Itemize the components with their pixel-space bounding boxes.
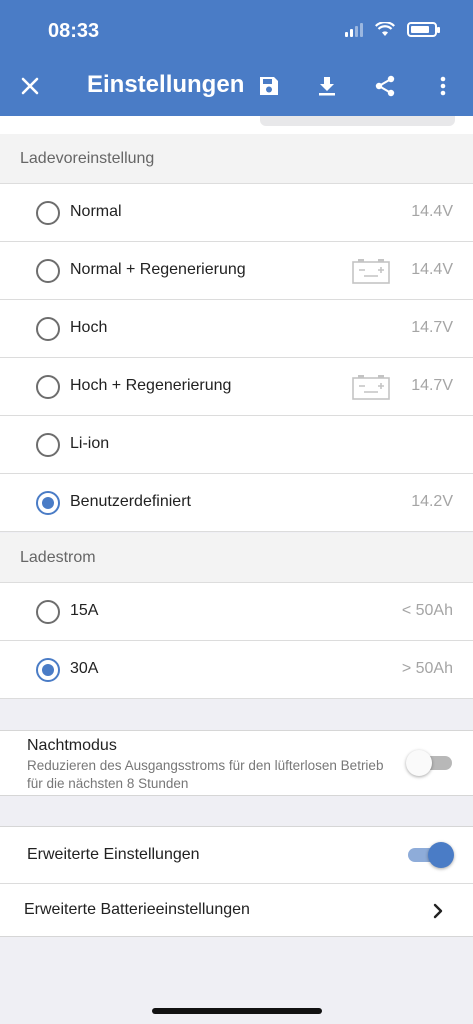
page-title: Einstellungen xyxy=(87,71,245,98)
current-option-30a[interactable]: 30A > 50Ah xyxy=(0,641,473,699)
chevron-right-icon xyxy=(433,903,443,919)
scrolled-content-edge xyxy=(0,116,473,134)
option-voltage: 14.4V xyxy=(411,203,453,220)
preset-option-high-regeneration[interactable]: Hoch + Regenerierung 14.7V xyxy=(0,358,473,416)
wifi-icon xyxy=(375,22,395,36)
option-capacity: > 50Ah xyxy=(401,660,453,677)
app-bar: 08:33 Einstellungen xyxy=(0,0,473,116)
option-voltage: 14.7V xyxy=(411,377,453,394)
option-label: 15A xyxy=(70,602,99,619)
download-icon xyxy=(319,77,335,96)
toolbar: Einstellungen xyxy=(0,64,473,108)
preset-option-custom[interactable]: Benutzerdefiniert 14.2V xyxy=(0,474,473,532)
close-icon xyxy=(21,77,39,95)
radio-button-selected[interactable] xyxy=(36,491,60,515)
save-icon xyxy=(260,77,278,95)
save-button[interactable] xyxy=(255,72,283,100)
battery-icon xyxy=(352,259,390,284)
close-button[interactable] xyxy=(16,72,44,100)
night-mode-title: Nachtmodus xyxy=(27,737,117,754)
preset-option-high[interactable]: Hoch 14.7V xyxy=(0,300,473,358)
current-option-15a[interactable]: 15A < 50Ah xyxy=(0,583,473,641)
home-indicator xyxy=(152,1008,322,1014)
preset-option-li-ion[interactable]: Li-ion xyxy=(0,416,473,474)
more-button[interactable] xyxy=(429,72,457,100)
radio-button-selected[interactable] xyxy=(36,658,60,682)
preset-option-normal[interactable]: Normal 14.4V xyxy=(0,184,473,242)
advanced-settings-toggle[interactable] xyxy=(406,842,454,868)
night-mode-description: Reduzieren des Ausgangsstroms für den lü… xyxy=(27,758,384,791)
option-label: Hoch + Regenerierung xyxy=(70,377,232,394)
radio-button[interactable] xyxy=(36,600,60,624)
night-mode-toggle[interactable] xyxy=(406,750,452,776)
option-voltage: 14.4V xyxy=(411,261,453,278)
advanced-battery-settings-label: Erweiterte Batterieeinstellungen xyxy=(24,901,250,918)
radio-button[interactable] xyxy=(36,259,60,283)
advanced-battery-settings-link[interactable]: Erweiterte Batterieeinstellungen xyxy=(0,884,473,937)
advanced-settings-row: Erweiterte Einstellungen xyxy=(0,827,473,884)
status-time: 08:33 xyxy=(48,20,100,42)
more-vert-icon xyxy=(440,76,446,96)
option-label: Normal + Regenerierung xyxy=(70,261,246,278)
night-mode-card: Nachtmodus Reduzieren des Ausgangsstroms… xyxy=(0,730,473,796)
option-label: 30A xyxy=(70,660,99,677)
share-button[interactable] xyxy=(371,72,399,100)
battery-icon xyxy=(352,375,390,400)
section-charge-preset: Ladevoreinstellung xyxy=(0,134,473,184)
option-label: Benutzerdefiniert xyxy=(70,493,191,510)
option-voltage: 14.7V xyxy=(411,319,453,336)
status-icons xyxy=(345,22,440,37)
option-label: Normal xyxy=(70,203,122,220)
signal-icon xyxy=(345,22,363,37)
radio-button[interactable] xyxy=(36,375,60,399)
section-charge-current: Ladestrom xyxy=(0,533,473,583)
option-label: Li-ion xyxy=(70,435,110,452)
share-icon xyxy=(375,75,395,97)
radio-button[interactable] xyxy=(36,317,60,341)
advanced-card: Erweiterte Einstellungen Erweiterte Batt… xyxy=(0,826,473,937)
option-voltage: 14.2V xyxy=(411,493,453,510)
battery-status-icon xyxy=(407,22,440,37)
field-stub xyxy=(260,116,455,126)
radio-button[interactable] xyxy=(36,433,60,457)
radio-button[interactable] xyxy=(36,201,60,225)
preset-option-normal-regeneration[interactable]: Normal + Regenerierung 14.4V xyxy=(0,242,473,300)
download-button[interactable] xyxy=(313,72,341,100)
charge-current-list: 15A < 50Ah 30A > 50Ah xyxy=(0,583,473,699)
charge-preset-list: Normal 14.4V Normal + Regenerierung 14.4… xyxy=(0,184,473,532)
option-label: Hoch xyxy=(70,319,108,336)
advanced-settings-label: Erweiterte Einstellungen xyxy=(27,846,200,863)
option-capacity: < 50Ah xyxy=(401,602,453,619)
